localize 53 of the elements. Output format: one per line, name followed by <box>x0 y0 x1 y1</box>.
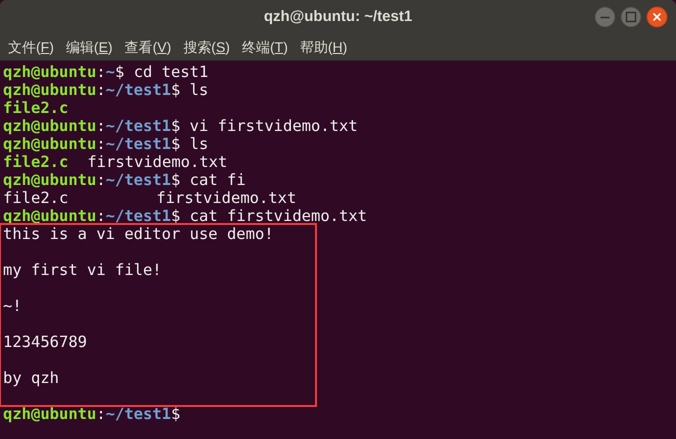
menu-item[interactable]: 编辑(E) <box>66 36 113 58</box>
prompt-user: qzh@ubuntu <box>3 63 96 81</box>
output-text: my first vi file! <box>3 261 162 279</box>
prompt-sign: $ <box>171 171 180 189</box>
output-text: file2.c <box>3 153 68 171</box>
command-text: vi firstvidemo.txt <box>188 117 358 135</box>
menu-item[interactable]: 帮助(H) <box>300 36 348 58</box>
prompt-sign: $ <box>171 405 180 423</box>
prompt-separator: : <box>96 171 106 189</box>
menu-item[interactable]: 查看(V) <box>124 36 172 58</box>
output-text: file2.c <box>3 189 68 207</box>
menu-item[interactable]: 文件(F) <box>8 36 54 58</box>
prompt-user: qzh@ubuntu <box>3 135 96 153</box>
prompt-separator: : <box>96 81 106 99</box>
output-text: ~! <box>3 297 22 315</box>
command-text: cat firstvidemo.txt <box>188 207 367 225</box>
prompt-sign: $ <box>171 117 180 135</box>
menu-item[interactable]: 终端(T) <box>242 36 288 58</box>
output-text: by qzh <box>3 369 59 387</box>
prompt-user: qzh@ubuntu <box>3 81 96 99</box>
output-text: 123456789 <box>3 333 87 351</box>
prompt-path: ~/test1 <box>106 81 171 99</box>
prompt-sign: $ <box>115 63 124 81</box>
prompt-sign: $ <box>171 81 180 99</box>
prompt-user: qzh@ubuntu <box>3 171 96 189</box>
output-text: file2.c <box>3 99 68 117</box>
command-text: ls <box>188 81 208 99</box>
prompt-path: ~/test1 <box>106 135 171 153</box>
prompt-sign: $ <box>171 135 180 153</box>
menu-item[interactable]: 搜索(S) <box>183 36 230 58</box>
prompt-path: ~/test1 <box>106 405 171 423</box>
output-text: firstvidemo.txt <box>156 189 296 207</box>
minimize-button[interactable] <box>594 6 616 28</box>
prompt-user: qzh@ubuntu <box>3 117 96 135</box>
prompt-separator: : <box>96 405 106 423</box>
command-text: cat fi <box>188 171 246 189</box>
prompt-user: qzh@ubuntu <box>3 207 96 225</box>
output-text: this is a vi editor use demo! <box>3 225 274 243</box>
prompt-path: ~/test1 <box>106 117 171 135</box>
prompt-separator: : <box>96 63 106 81</box>
window-title: qzh@ubuntu: ~/test1 <box>264 6 412 27</box>
prompt-path: ~/test1 <box>106 171 171 189</box>
prompt-separator: : <box>96 207 106 225</box>
command-text: cd test1 <box>132 63 208 81</box>
prompt-sign: $ <box>171 207 180 225</box>
prompt-separator: : <box>96 135 106 153</box>
prompt-path: ~ <box>106 63 116 81</box>
prompt-path: ~/test1 <box>106 207 171 225</box>
close-button[interactable] <box>646 6 668 28</box>
prompt-separator: : <box>96 117 106 135</box>
prompt-user: qzh@ubuntu <box>3 405 96 423</box>
command-text: ls <box>188 135 208 153</box>
output-text: firstvidemo.txt <box>87 153 228 171</box>
